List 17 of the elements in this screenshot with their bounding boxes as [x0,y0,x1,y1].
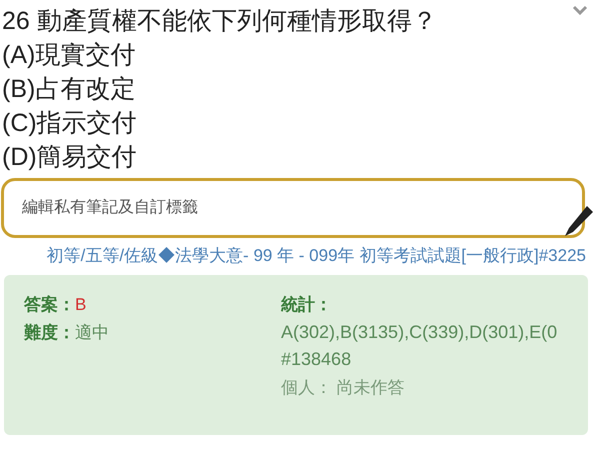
stats-value: A(302),B(3135),C(339),D(301),E(0 [281,320,558,344]
option-text: (D)簡易交付 [2,142,137,173]
chevron-down-icon[interactable] [572,4,588,16]
answer-label: 答案： [24,294,75,316]
answer-value: B [75,294,86,316]
question-text: 26 動產質權不能依下列何種情形取得？ [2,6,437,37]
difficulty-value: 適中 [75,322,109,344]
note-field[interactable]: 編輯私有筆記及自訂標籤 [1,178,585,238]
source-link[interactable]: 初等/五等/佐級◆法學大意- 99 年 - 099年 初等考試試題[一般行政]#3225 [46,242,586,269]
total-count: #138468 [281,348,352,371]
pencil-icon[interactable] [563,204,595,238]
personal-status: 個人： 尚未作答 [281,376,405,398]
stats-label: 統計： [281,294,332,316]
difficulty-label: 難度： [24,322,75,344]
option-text: (A)現實交付 [2,40,136,71]
option-text: (C)指示交付 [2,108,137,139]
option-text: (B)占有改定 [2,74,136,105]
